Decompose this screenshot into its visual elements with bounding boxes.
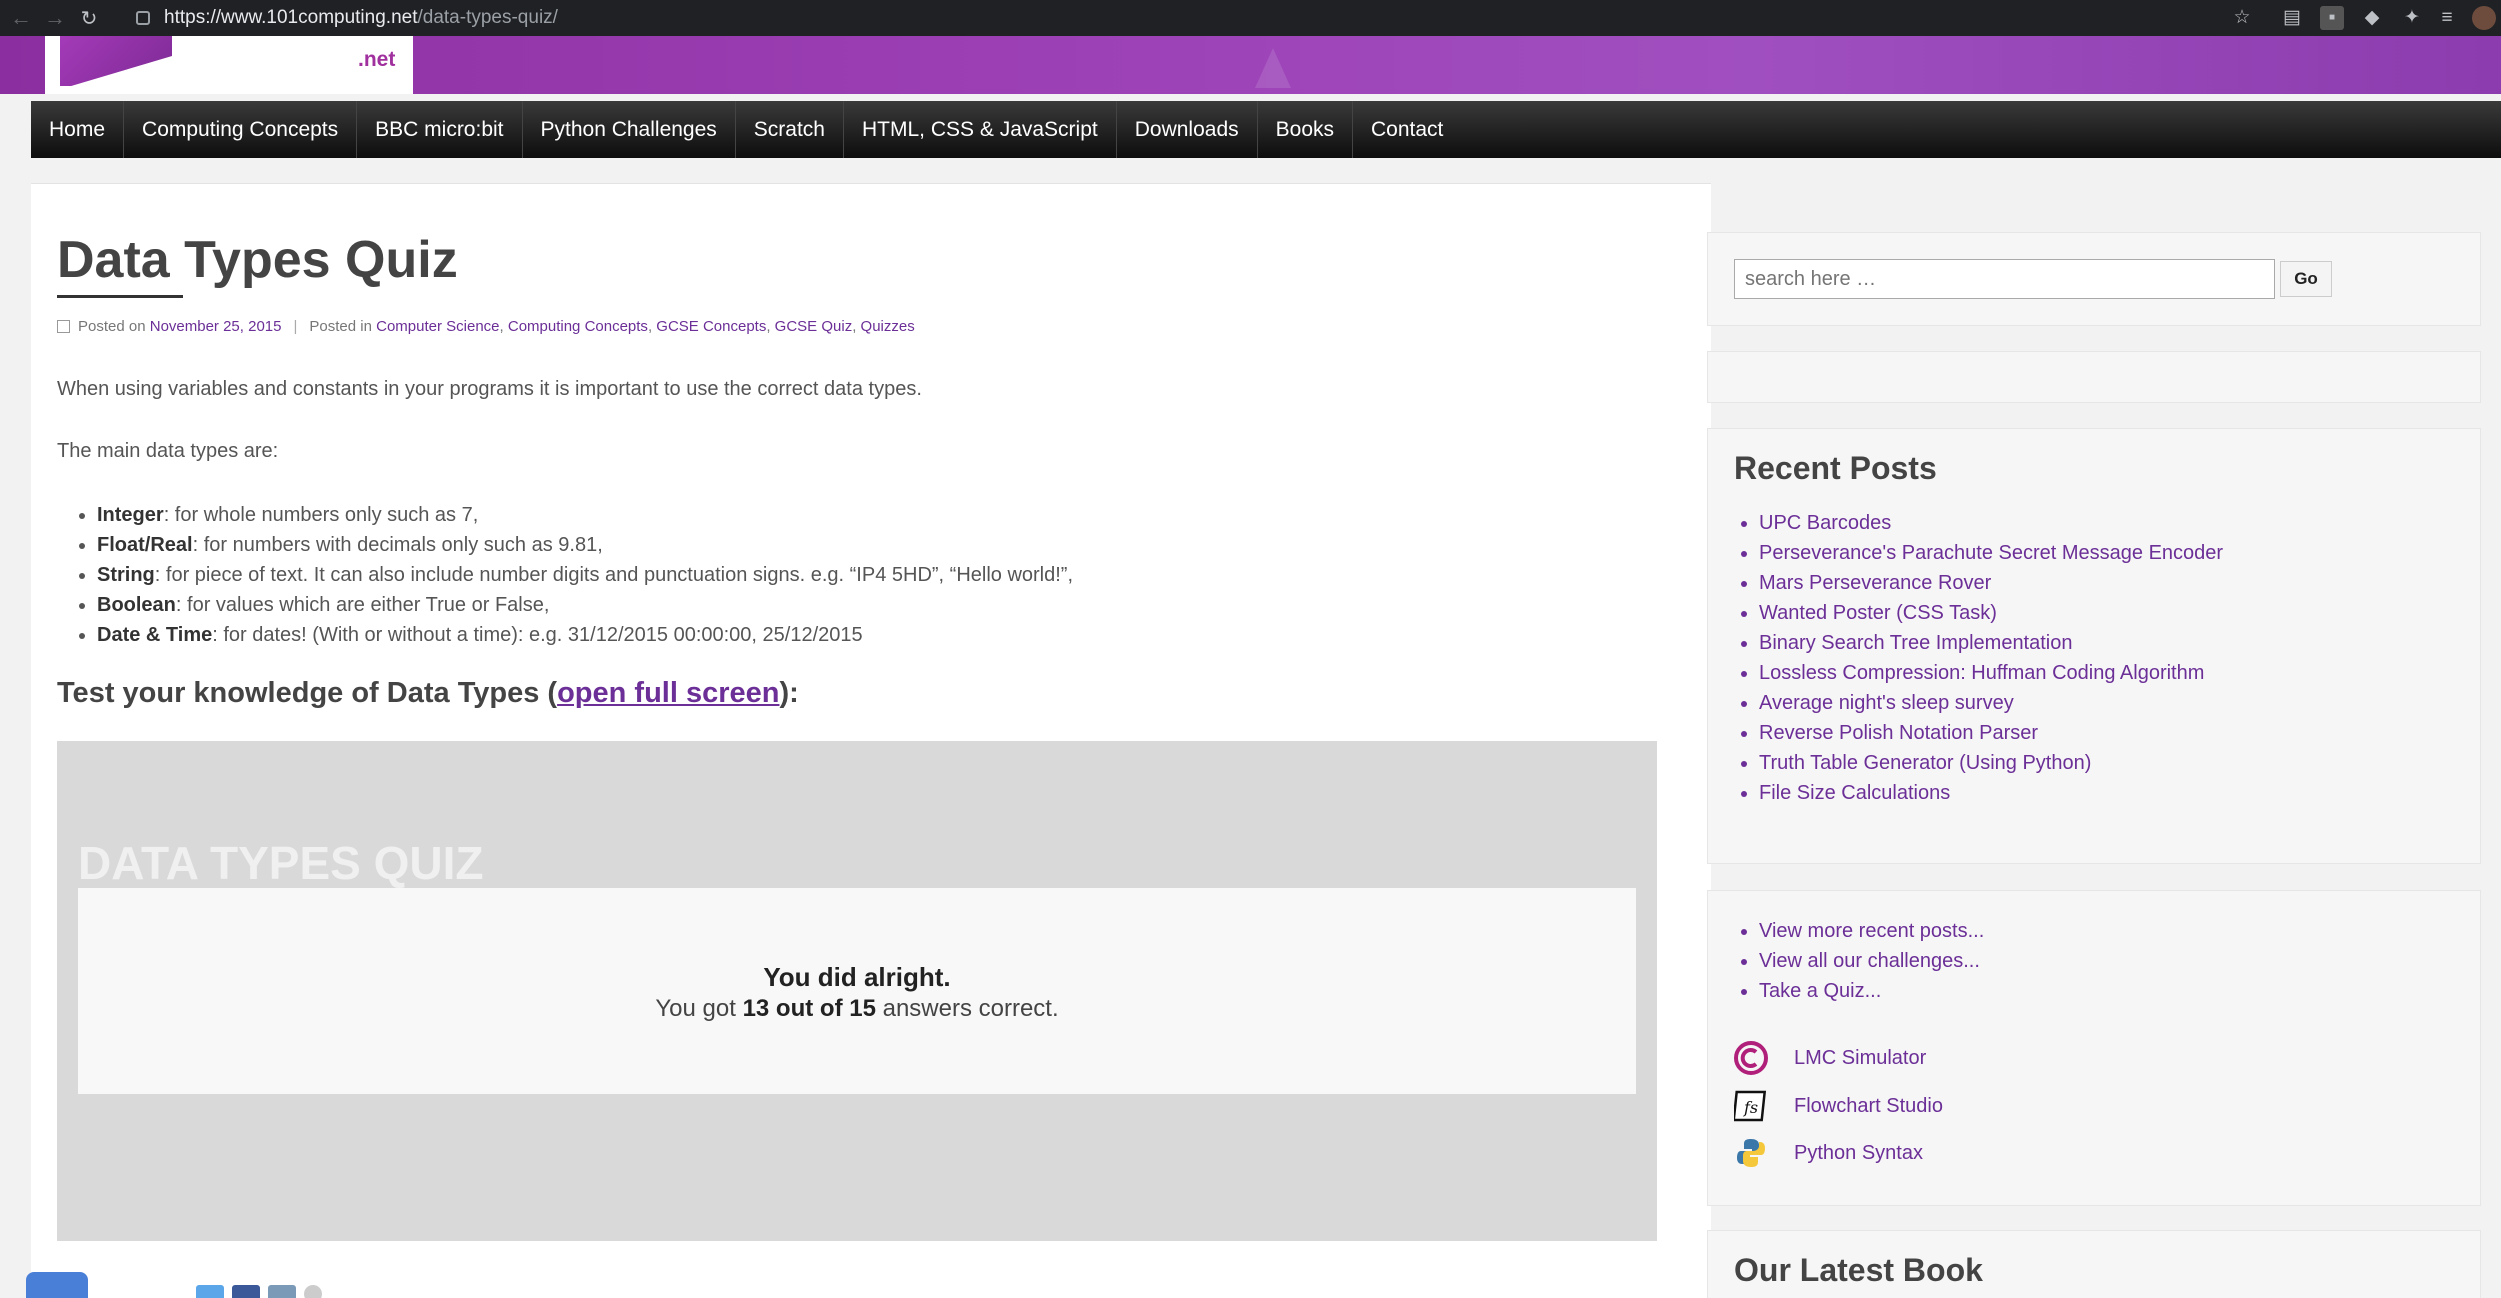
page-title: Data Types Quiz xyxy=(57,231,458,289)
meta-separator: | xyxy=(293,318,298,335)
tool-label: Flowchart Studio xyxy=(1794,1094,1943,1117)
recent-post-link[interactable]: Wanted Poster (CSS Task) xyxy=(1759,598,2223,628)
extensions-puzzle-icon[interactable]: ✦ xyxy=(2400,6,2424,30)
test-heading: Test your knowledge of Data Types (open … xyxy=(57,677,799,709)
extension-abp-icon[interactable]: ■ xyxy=(2320,6,2344,30)
result-score-line: You got 13 out of 15 answers correct. xyxy=(655,995,1059,1022)
extension-code-icon[interactable]: ▤ xyxy=(2280,6,2304,30)
svg-text:fs: fs xyxy=(1743,1098,1758,1117)
recent-post-link[interactable]: Binary Search Tree Implementation xyxy=(1759,628,2223,658)
privacy-shield-icon[interactable] xyxy=(26,1272,88,1298)
more-share-icon[interactable] xyxy=(304,1285,322,1298)
data-types-list: Integer: for whole numbers only such as … xyxy=(97,500,1073,650)
nav-scratch[interactable]: Scratch xyxy=(736,101,844,158)
lmc-icon xyxy=(1734,1041,1768,1075)
more-links-list: View more recent posts... View all our c… xyxy=(1759,916,1984,1006)
posted-in-label: Posted in xyxy=(309,318,372,335)
nav-downloads[interactable]: Downloads xyxy=(1117,101,1258,158)
quiz-title: DATA TYPES QUIZ xyxy=(78,837,484,889)
extension-hat-icon[interactable]: ◆ xyxy=(2360,6,2384,30)
flowchart-icon: fs xyxy=(1734,1089,1768,1123)
tool-python-syntax[interactable]: Python Syntax xyxy=(1734,1136,1923,1170)
url-host: https://www.101computing.net xyxy=(164,7,418,28)
reddit-icon[interactable] xyxy=(268,1285,296,1298)
category-link[interactable]: Quizzes xyxy=(861,318,915,335)
reading-list-icon[interactable]: ≡ xyxy=(2435,6,2459,30)
recent-post-link[interactable]: UPC Barcodes xyxy=(1759,508,2223,538)
list-item: Float/Real: for numbers with decimals on… xyxy=(97,530,1073,560)
posted-on-label: Posted on xyxy=(78,318,146,335)
nav-html-css-js[interactable]: HTML, CSS & JavaScript xyxy=(844,101,1117,158)
result-score: 13 out of 15 xyxy=(742,995,876,1022)
nav-python-challenges[interactable]: Python Challenges xyxy=(523,101,736,158)
open-full-screen-link[interactable]: open full screen xyxy=(557,677,779,709)
recent-post-link[interactable]: Mars Perseverance Rover xyxy=(1759,568,2223,598)
recent-post-link[interactable]: File Size Calculations xyxy=(1759,778,2223,808)
category-link[interactable]: GCSE Concepts xyxy=(656,318,766,335)
recent-posts-title: Recent Posts xyxy=(1734,450,1937,486)
nav-computing-concepts[interactable]: Computing Concepts xyxy=(124,101,358,158)
tool-lmc-simulator[interactable]: LMC Simulator xyxy=(1734,1041,1926,1075)
latest-book-title: Our Latest Book xyxy=(1734,1252,1983,1288)
back-icon[interactable]: ← xyxy=(8,5,34,31)
recent-post-link[interactable]: Lossless Compression: Huffman Coding Alg… xyxy=(1759,658,2223,688)
category-link[interactable]: GCSE Quiz xyxy=(775,318,853,335)
list-item: Date & Time: for dates! (With or without… xyxy=(97,620,1073,650)
lock-icon xyxy=(136,11,150,25)
url-path: /data-types-quiz/ xyxy=(417,7,558,28)
category-link[interactable]: Computing Concepts xyxy=(508,318,648,335)
tool-flowchart-studio[interactable]: fs Flowchart Studio xyxy=(1734,1089,1943,1123)
result-heading: You did alright. xyxy=(763,962,951,992)
tool-label: Python Syntax xyxy=(1794,1141,1923,1164)
python-icon xyxy=(1734,1136,1768,1170)
logo-suffix: .net xyxy=(358,48,396,71)
recent-post-link[interactable]: Average night's sleep survey xyxy=(1759,688,2223,718)
take-quiz-link[interactable]: Take a Quiz... xyxy=(1759,976,1984,1006)
tool-label: LMC Simulator xyxy=(1794,1046,1927,1069)
main-nav: Home Computing Concepts BBC micro:bit Py… xyxy=(31,101,2501,158)
title-underline xyxy=(57,295,183,298)
search-input[interactable] xyxy=(1734,259,2275,299)
address-bar[interactable]: https://www.101computing.net/data-types-… xyxy=(136,2,2356,34)
list-item: Boolean: for values which are either Tru… xyxy=(97,590,1073,620)
calendar-icon xyxy=(57,320,70,333)
nav-home[interactable]: Home xyxy=(31,101,125,158)
bookmark-star-icon[interactable]: ☆ xyxy=(2230,6,2254,30)
nav-microbit[interactable]: BBC micro:bit xyxy=(357,101,523,158)
intro-paragraph: When using variables and constants in yo… xyxy=(57,378,922,400)
quiz-result-card: You did alright. You got 13 out of 15 an… xyxy=(78,888,1636,1094)
more-recent-posts-link[interactable]: View more recent posts... xyxy=(1759,916,1984,946)
forward-icon[interactable]: → xyxy=(42,5,68,31)
post-date-link[interactable]: November 25, 2015 xyxy=(150,318,282,335)
category-link[interactable]: Computer Science xyxy=(376,318,499,335)
share-buttons xyxy=(196,1285,322,1298)
profile-avatar[interactable] xyxy=(2472,6,2496,30)
recent-post-link[interactable]: Truth Table Generator (Using Python) xyxy=(1759,748,2223,778)
facebook-icon[interactable] xyxy=(232,1285,260,1298)
list-item: Integer: for whole numbers only such as … xyxy=(97,500,1073,530)
main-types-paragraph: The main data types are: xyxy=(57,440,279,462)
nav-contact[interactable]: Contact xyxy=(1353,101,1461,158)
all-challenges-link[interactable]: View all our challenges... xyxy=(1759,946,1984,976)
nav-books[interactable]: Books xyxy=(1258,101,1354,158)
recent-posts-list: UPC Barcodes Perseverance's Parachute Se… xyxy=(1759,508,2223,808)
reload-icon[interactable]: ↻ xyxy=(76,5,102,31)
recent-post-link[interactable]: Reverse Polish Notation Parser xyxy=(1759,718,2223,748)
recent-post-link[interactable]: Perseverance's Parachute Secret Message … xyxy=(1759,538,2223,568)
list-item: String: for piece of text. It can also i… xyxy=(97,560,1073,590)
post-meta: Posted on November 25, 2015 | Posted in … xyxy=(57,318,915,335)
twitter-icon[interactable] xyxy=(196,1285,224,1298)
browser-toolbar: ← → ↻ https://www.101computing.net/data-… xyxy=(0,0,2501,36)
empty-widget xyxy=(1707,351,2481,403)
go-button[interactable]: Go xyxy=(2280,261,2332,297)
